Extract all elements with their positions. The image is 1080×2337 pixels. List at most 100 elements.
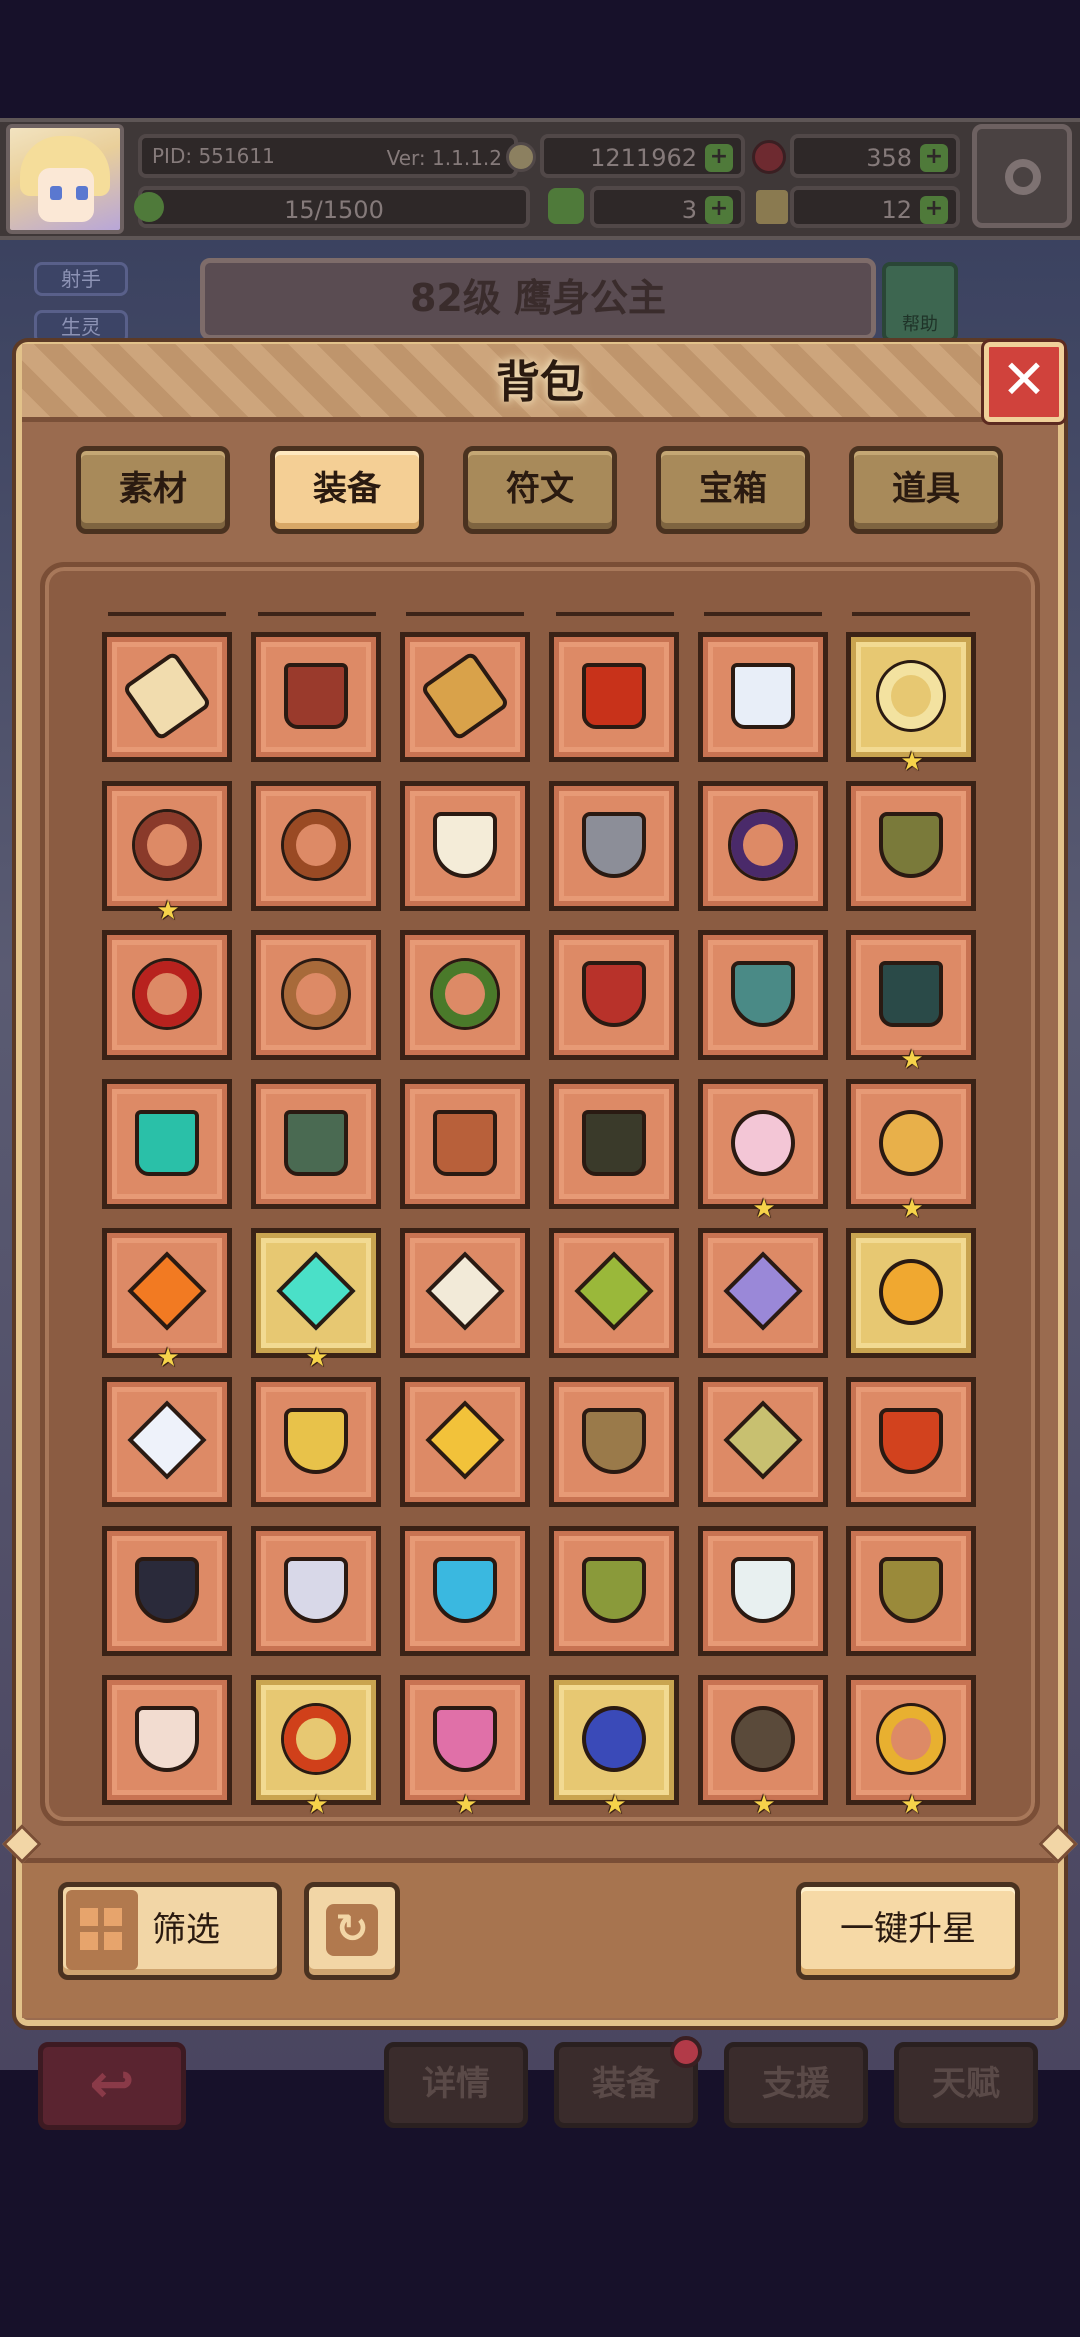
add-key-button[interactable]: + [920,196,948,224]
onyx-ring-icon [731,1706,795,1772]
inventory-slot[interactable] [549,1526,679,1656]
amber-coin-icon [879,1259,943,1325]
inventory-slot[interactable]: ★ [698,1079,828,1222]
inventory-slot[interactable] [549,1079,679,1209]
star-icon: ★ [156,1343,180,1373]
inventory-slot[interactable]: ★ [251,1228,381,1371]
star-icon: ★ [900,1045,924,1075]
inventory-slot[interactable] [102,632,232,762]
refresh-icon: ↻ [326,1904,378,1956]
tab-support[interactable]: 支援 [724,2042,868,2128]
sun-emblem-icon [425,1400,505,1480]
fire-gem-icon [127,1251,207,1331]
inventory-slot[interactable]: ★ [102,1228,232,1371]
help-button[interactable]: 帮助 [882,262,958,342]
tab-equipment-active[interactable]: 装备 [270,446,424,534]
inventory-slot[interactable] [400,632,530,762]
inventory-slot[interactable]: ★ [846,1079,976,1222]
tab-materials[interactable]: 素材 [76,446,230,534]
inventory-slot[interactable] [698,1377,828,1507]
inventory-slot[interactable]: ★ [846,930,976,1073]
inventory-slot[interactable] [846,1377,976,1507]
inventory-slot[interactable]: ★ [251,1675,381,1818]
inventory-slot[interactable] [698,781,828,911]
inventory-slot[interactable]: ★ [846,632,976,775]
inventory-slot[interactable] [102,1377,232,1507]
jade-ring-icon [430,958,500,1030]
star-icon: ★ [305,1343,329,1373]
inventory-slot[interactable] [251,1377,381,1507]
inventory-slot[interactable] [102,1079,232,1209]
inventory-slot[interactable] [400,1228,530,1358]
add-gold-button[interactable]: + [705,144,733,172]
inventory-slot[interactable] [698,930,828,1060]
inventory-slot[interactable] [400,781,530,911]
emerald-necklace-icon [582,1557,646,1623]
inventory-slot[interactable] [846,1526,976,1656]
tab-runes[interactable]: 符文 [463,446,617,534]
teal-cape-icon [731,961,795,1027]
inventory-slot[interactable] [549,930,679,1060]
column-divider [704,612,822,616]
amethyst-relic-icon [723,1400,803,1480]
star-icon: ★ [454,1790,478,1820]
inventory-slot[interactable] [549,1228,679,1358]
inventory-slot[interactable]: ★ [102,781,232,924]
inventory-slot[interactable] [251,632,381,762]
inventory-slot[interactable] [400,1377,530,1507]
inventory-slot[interactable]: ★ [549,1675,679,1818]
inventory-slot[interactable] [102,1675,232,1805]
class-tag[interactable]: 射手 [34,262,128,296]
upgrade-all-stars-button[interactable]: 一键升星 [796,1882,1020,1980]
inventory-slot[interactable] [102,1526,232,1656]
inventory-slot[interactable] [400,1079,530,1209]
dark-boots-icon [879,961,943,1027]
back-button[interactable]: ↩ [38,2042,186,2130]
inventory-slot[interactable]: ★ [846,1675,976,1818]
add-gems-button[interactable]: + [920,144,948,172]
jeweled-belt-icon [132,809,202,881]
inventory-slot[interactable] [251,1526,381,1656]
coin-icon [506,142,536,172]
version-label: Ver: 1.1.1.2 [386,146,502,170]
column-divider [258,612,376,616]
inventory-slot[interactable] [400,1526,530,1656]
tab-talent[interactable]: 天赋 [894,2042,1038,2128]
silver-necklace-icon [284,1557,348,1623]
energy-icon [134,192,164,222]
ruby-belt-icon [132,958,202,1030]
gear-icon [1005,159,1041,195]
add-clover-button[interactable]: + [705,196,733,224]
inventory-slot[interactable]: ★ [698,1675,828,1818]
crystal-glove-icon [731,663,795,729]
tab-chests[interactable]: 宝箱 [656,446,810,534]
inventory-slot[interactable] [549,632,679,762]
star-icon: ★ [752,1790,776,1820]
star-icon: ★ [900,1194,924,1224]
close-button[interactable]: ✕ [984,342,1064,422]
inventory-slot[interactable] [400,930,530,1060]
tab-items[interactable]: 道具 [849,446,1003,534]
inventory-slot[interactable] [549,781,679,911]
tab-details[interactable]: 详情 [384,2042,528,2128]
inventory-slot[interactable] [251,930,381,1060]
notification-badge [670,2036,702,2068]
inventory-slot[interactable] [846,1228,976,1358]
inventory-slot[interactable] [698,1228,828,1358]
key-value: 12 [881,196,912,224]
inventory-slot[interactable] [251,781,381,911]
inventory-slot[interactable] [846,781,976,911]
inventory-slot[interactable] [698,632,828,762]
star-icon: ★ [752,1194,776,1224]
black-necklace-icon [135,1557,199,1623]
inventory-slot[interactable] [549,1377,679,1507]
inventory-slot[interactable] [102,930,232,1060]
player-avatar[interactable] [6,124,124,234]
inventory-slot[interactable] [251,1079,381,1209]
inventory-slot[interactable] [698,1526,828,1656]
bronze-ring-icon [281,958,351,1030]
inventory-slot[interactable]: ★ [400,1675,530,1818]
settings-button[interactable] [972,124,1072,228]
star-icon: ★ [900,1790,924,1820]
race-tag[interactable]: 生灵 [34,310,128,344]
